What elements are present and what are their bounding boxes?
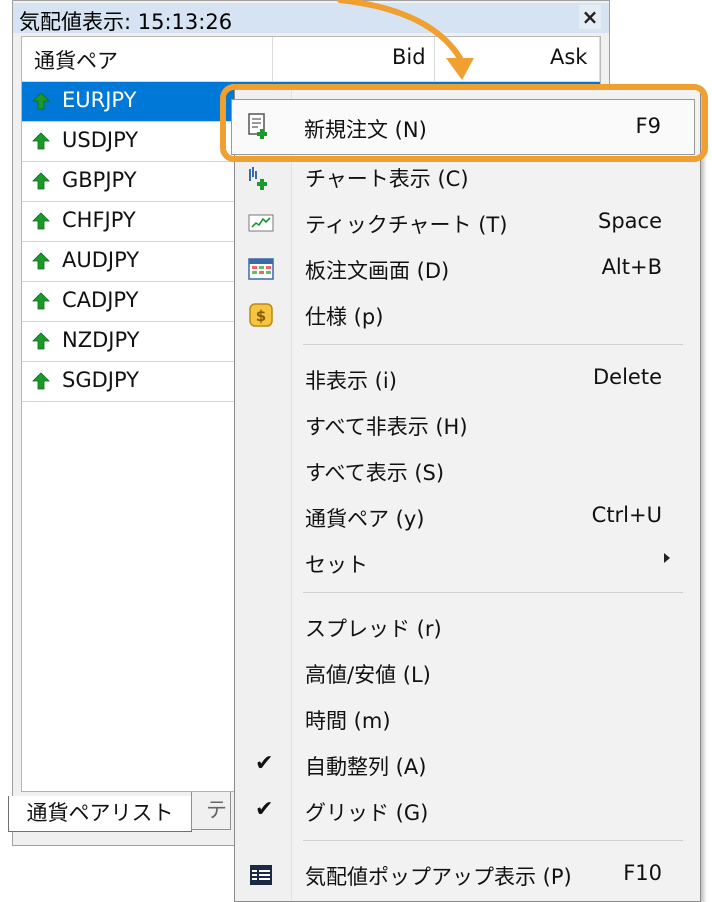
up-arrow-icon	[32, 292, 50, 310]
highlight-frame	[220, 84, 708, 162]
menu-separator	[303, 592, 683, 593]
menu-item-hide-all[interactable]: すべて非表示 (H)	[235, 403, 700, 447]
symbol-name: CADJPY	[62, 288, 139, 312]
menu-item-tick-chart[interactable]: ティックチャート (T) Space	[235, 201, 700, 245]
symbol-table-header: 通貨ペア Bid Ask	[22, 37, 600, 82]
menu-item-label: セット	[305, 553, 368, 577]
menu-item-label: 気配値ポップアップ表示 (P)	[305, 865, 572, 889]
menu-item-time[interactable]: 時間 (m)	[235, 697, 700, 741]
column-header-bid[interactable]: Bid	[392, 45, 426, 69]
menu-item-high-low[interactable]: 高値/安値 (L)	[235, 651, 700, 695]
menu-item-hide[interactable]: 非表示 (i) Delete	[235, 357, 700, 401]
menu-item-label: 自動整列 (A)	[305, 755, 427, 779]
symbol-name: EURJPY	[62, 88, 137, 112]
menu-item-grid[interactable]: ✔ グリッド (G)	[235, 789, 700, 833]
svg-text:$: $	[256, 307, 266, 325]
menu-item-label: 通貨ペア (y)	[305, 507, 425, 531]
menu-item-shortcut: Ctrl+U	[591, 503, 662, 527]
tick-chart-icon	[247, 209, 275, 237]
menu-item-sets[interactable]: セット	[235, 541, 700, 585]
symbol-name: USDJPY	[62, 128, 139, 152]
menu-separator	[303, 344, 683, 345]
menu-item-specification[interactable]: $ 仕様 (p)	[235, 293, 700, 337]
close-icon[interactable]: ×	[579, 5, 601, 29]
specification-icon: $	[247, 301, 275, 329]
menu-item-label: グリッド (G)	[305, 801, 429, 825]
menu-item-shortcut: F10	[623, 861, 662, 885]
menu-item-shortcut: Space	[598, 209, 662, 233]
up-arrow-icon	[32, 132, 50, 150]
chart-window-icon	[247, 163, 275, 191]
market-watch-titlebar: 気配値表示: 15:13:26 ×	[13, 3, 609, 34]
menu-item-label: 仕様 (p)	[305, 305, 384, 329]
depth-of-market-icon	[247, 255, 275, 283]
up-arrow-icon	[32, 372, 50, 390]
menu-item-auto-arrange[interactable]: ✔ 自動整列 (A)	[235, 743, 700, 787]
symbol-name: GBPJPY	[62, 168, 137, 192]
symbol-name: SGDJPY	[62, 368, 139, 392]
menu-separator	[303, 840, 683, 841]
symbol-name: NZDJPY	[62, 328, 140, 352]
menu-item-label: チャート表示 (C)	[305, 167, 469, 191]
market-watch-title: 気配値表示: 15:13:26	[19, 10, 233, 34]
menu-item-shortcut: Delete	[593, 365, 662, 389]
menu-item-depth-of-market[interactable]: 板注文画面 (D) Alt+B	[235, 247, 700, 291]
submenu-arrow-icon	[664, 553, 670, 563]
menu-item-shortcut: Alt+B	[601, 255, 662, 279]
menu-item-label: 時間 (m)	[305, 709, 391, 733]
tab-tick-chart[interactable]: テ	[191, 792, 231, 830]
menu-item-spread[interactable]: スプレッド (r)	[235, 605, 700, 649]
menu-item-label: 高値/安値 (L)	[305, 663, 431, 687]
popup-prices-icon	[247, 861, 275, 889]
up-arrow-icon	[32, 332, 50, 350]
column-header-symbol[interactable]: 通貨ペア	[34, 45, 118, 75]
menu-item-label: スプレッド (r)	[305, 617, 442, 641]
menu-item-label: 板注文画面 (D)	[305, 259, 450, 283]
up-arrow-icon	[32, 252, 50, 270]
menu-item-label: すべて非表示 (H)	[305, 415, 468, 439]
symbol-name: CHFJPY	[62, 208, 136, 232]
menu-item-label: ティックチャート (T)	[305, 213, 508, 237]
menu-item-label: すべて表示 (S)	[305, 461, 445, 485]
up-arrow-icon	[32, 212, 50, 230]
up-arrow-icon	[32, 92, 50, 110]
up-arrow-icon	[32, 172, 50, 190]
context-menu: チャート表示 (C) ティックチャート (T) Space 板注文画面 (D) Alt+…	[234, 86, 701, 902]
symbol-name: AUDJPY	[62, 248, 140, 272]
check-icon: ✔	[255, 797, 274, 822]
menu-item-popup-prices[interactable]: 気配値ポップアップ表示 (P) F10	[235, 853, 700, 897]
column-header-ask[interactable]: Ask	[550, 45, 587, 69]
tab-symbol-list[interactable]: 通貨ペアリスト	[8, 796, 192, 832]
menu-item-show-all[interactable]: すべて表示 (S)	[235, 449, 700, 493]
check-icon: ✔	[255, 751, 274, 776]
menu-item-label: 非表示 (i)	[305, 369, 397, 393]
menu-item-symbols[interactable]: 通貨ペア (y) Ctrl+U	[235, 495, 700, 539]
